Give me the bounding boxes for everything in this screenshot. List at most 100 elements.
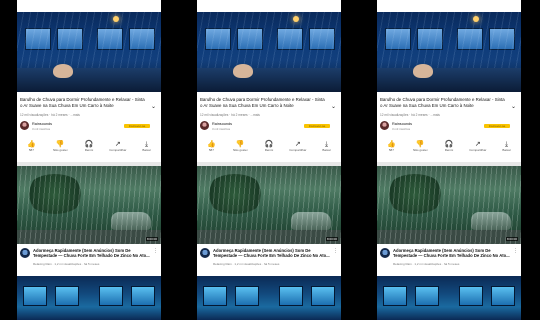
next-video-channel-avatar[interactable]	[20, 248, 30, 258]
action-button[interactable]: ⤓ Baixar	[496, 141, 518, 159]
action-label: Baixar	[502, 148, 511, 152]
channel-name[interactable]: Rainsounds	[392, 122, 412, 126]
action-button[interactable]: ↗ Compartilhar	[287, 141, 309, 159]
subscribe-button[interactable]: Inscrever-se	[304, 124, 330, 128]
window	[203, 286, 227, 306]
third-video-thumbnail[interactable]	[377, 276, 521, 320]
video-player[interactable]	[377, 12, 521, 92]
action-button[interactable]: 👍 587	[380, 141, 402, 159]
next-video-meta: Relaxing Rain · 1,2 mi visualizações · h…	[393, 262, 460, 266]
more-options-icon[interactable]: ⋮	[513, 248, 518, 254]
channel-subscribers: 3 mil inscritos	[32, 127, 51, 131]
action-button[interactable]: ↗ Compartilhar	[467, 141, 489, 159]
next-video-row[interactable]: Adormeça Rapidamente (Sem Anúncios) Som …	[20, 248, 158, 274]
third-video-thumbnail[interactable]	[17, 276, 161, 320]
bed	[197, 68, 341, 92]
video-meta: 12 mil visualizações · há 2 meses · ...m…	[20, 113, 80, 117]
action-button[interactable]: 🎧 Remix	[258, 141, 280, 159]
video-meta: 12 mil visualizações · há 2 meses · ...m…	[200, 113, 260, 117]
video-title-row[interactable]: Barulho de Chuva para Dormir Profundamen…	[380, 97, 518, 110]
bed	[17, 68, 161, 92]
next-video-title[interactable]: Adormeça Rapidamente (Sem Anúncios) Som …	[33, 248, 151, 258]
window	[383, 286, 407, 306]
action-label: Não gostei	[233, 148, 248, 152]
action-button[interactable]: 👍 587	[20, 141, 42, 159]
action-bar: 👍 587 👎 Não gostei 🎧 Remix ↗ Compartilhar ⤓ Baixa…	[17, 141, 161, 159]
action-label: Remix	[84, 148, 94, 152]
action-button[interactable]: 👎 Não gostei	[409, 141, 431, 159]
next-video-thumbnail[interactable]: 8:00:00	[197, 166, 341, 244]
video-meta: 12 mil visualizações · há 2 meses · ...m…	[380, 113, 440, 117]
window	[55, 286, 79, 306]
action-label: 587	[208, 148, 214, 152]
channel-row[interactable]: Rainsounds 3 mil inscritos Inscrever-se	[380, 121, 518, 133]
video-player[interactable]	[17, 12, 161, 92]
action-bar: 👍 587 👎 Não gostei 🎧 Remix ↗ Compartilhar ⤓ Baixa…	[197, 141, 341, 159]
bed	[377, 68, 521, 92]
chevron-down-icon[interactable]: ⌄	[511, 103, 516, 110]
rain-overlay	[17, 166, 161, 244]
window	[279, 286, 303, 306]
next-video-title[interactable]: Adormeça Rapidamente (Sem Anúncios) Som …	[213, 248, 331, 258]
action-button[interactable]: 🎧 Remix	[78, 141, 100, 159]
action-label: Compartilhar	[289, 148, 307, 152]
next-video-meta: Relaxing Rain · 1,2 mi visualizações · h…	[213, 262, 280, 266]
action-label: Compartilhar	[469, 148, 487, 152]
action-label: Remix	[264, 148, 274, 152]
action-label: Não gostei	[53, 148, 68, 152]
channel-name[interactable]: Rainsounds	[212, 122, 232, 126]
action-button[interactable]: 👍 587	[200, 141, 222, 159]
action-button[interactable]: ⤓ Baixar	[136, 141, 158, 159]
channel-avatar[interactable]	[200, 121, 209, 130]
channel-row[interactable]: Rainsounds 3 mil inscritos Inscrever-se	[200, 121, 338, 133]
chevron-down-icon[interactable]: ⌄	[151, 103, 156, 110]
rain-overlay	[377, 166, 521, 244]
channel-avatar[interactable]	[20, 121, 29, 130]
next-video-thumbnail[interactable]: 8:00:00	[377, 166, 521, 244]
channel-subscribers: 3 mil inscritos	[392, 127, 411, 131]
more-options-icon[interactable]: ⋮	[153, 248, 158, 254]
window	[99, 286, 123, 306]
video-title: Barulho de Chuva para Dormir Profundamen…	[200, 97, 325, 108]
video-player[interactable]	[197, 12, 341, 92]
sleeper	[233, 64, 253, 78]
video-title-row[interactable]: Barulho de Chuva para Dormir Profundamen…	[200, 97, 338, 110]
next-video-channel-avatar[interactable]	[200, 248, 210, 258]
next-video-row[interactable]: Adormeça Rapidamente (Sem Anúncios) Som …	[380, 248, 518, 274]
video-title: Barulho de Chuva para Dormir Profundamen…	[380, 97, 505, 108]
next-video-thumbnail[interactable]: 8:00:00	[17, 166, 161, 244]
video-title: Barulho de Chuva para Dormir Profundamen…	[20, 97, 145, 108]
window	[415, 286, 439, 306]
next-video-row[interactable]: Adormeça Rapidamente (Sem Anúncios) Som …	[200, 248, 338, 274]
action-button[interactable]: 👎 Não gostei	[49, 141, 71, 159]
action-button[interactable]: ⤓ Baixar	[316, 141, 338, 159]
window	[235, 286, 259, 306]
video-panel: Barulho de Chuva para Dormir Profundamen…	[17, 0, 161, 320]
channel-avatar[interactable]	[380, 121, 389, 130]
rain-overlay	[197, 166, 341, 244]
subscribe-button[interactable]: Inscrever-se	[484, 124, 510, 128]
video-title-row[interactable]: Barulho de Chuva para Dormir Profundamen…	[20, 97, 158, 110]
duration-badge: 8:00:00	[325, 237, 338, 241]
next-video-title[interactable]: Adormeça Rapidamente (Sem Anúncios) Som …	[393, 248, 511, 258]
chevron-down-icon[interactable]: ⌄	[331, 103, 336, 110]
channel-name[interactable]: Rainsounds	[32, 122, 52, 126]
next-video-channel-avatar[interactable]	[380, 248, 390, 258]
window	[459, 286, 483, 306]
channel-row[interactable]: Rainsounds 3 mil inscritos Inscrever-se	[20, 121, 158, 133]
window	[131, 286, 155, 306]
action-button[interactable]: 👎 Não gostei	[229, 141, 251, 159]
window	[491, 286, 515, 306]
sleeper	[53, 64, 73, 78]
action-button[interactable]: 🎧 Remix	[438, 141, 460, 159]
subscribe-button[interactable]: Inscrever-se	[124, 124, 150, 128]
third-video-thumbnail[interactable]	[197, 276, 341, 320]
next-video-meta: Relaxing Rain · 1,2 mi visualizações · h…	[33, 262, 100, 266]
action-label: Compartilhar	[109, 148, 127, 152]
action-label: Não gostei	[413, 148, 428, 152]
action-bar: 👍 587 👎 Não gostei 🎧 Remix ↗ Compartilhar ⤓ Baixa…	[377, 141, 521, 159]
action-button[interactable]: ↗ Compartilhar	[107, 141, 129, 159]
action-label: 587	[28, 148, 34, 152]
action-label: 587	[388, 148, 394, 152]
more-options-icon[interactable]: ⋮	[333, 248, 338, 254]
